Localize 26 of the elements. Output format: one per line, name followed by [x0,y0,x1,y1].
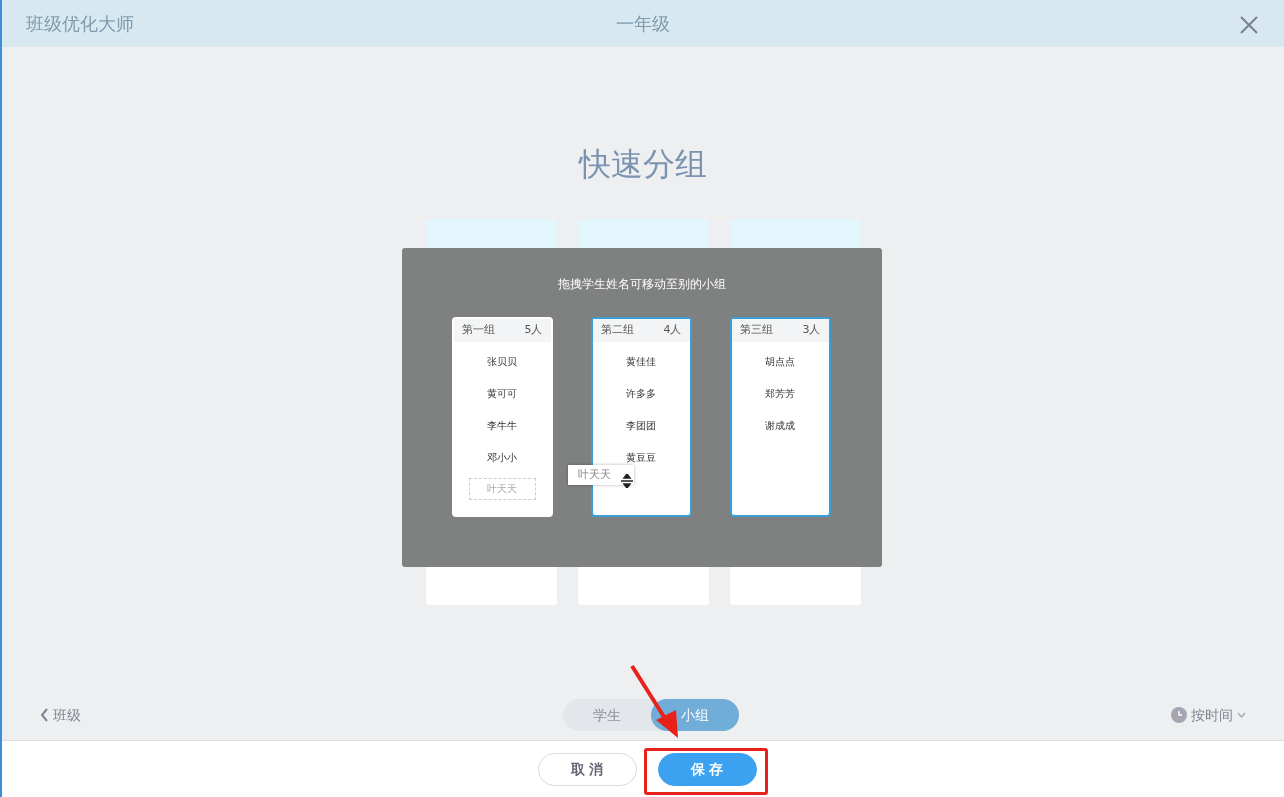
group-name: 第二组 [600,322,634,338]
student-name[interactable]: 邓小小 [453,441,551,474]
student-name[interactable]: 胡点点 [731,345,829,378]
student-name[interactable]: 黄佳佳 [592,345,690,378]
chevron-left-icon [40,708,49,723]
student-name[interactable]: 许多多 [592,377,690,410]
hint-text: 拖拽学生姓名可移动至别的小组 [557,276,727,293]
student-name[interactable]: 李牛牛 [453,409,551,442]
student-name[interactable]: 黄可可 [453,377,551,410]
caret-icon [1237,712,1246,719]
move-cursor-icon [620,474,634,488]
group-name: 第三组 [739,322,773,338]
group-count: 5人 [524,322,543,338]
app-title: 班级优化大师 [26,12,134,36]
student-name[interactable]: 张贝贝 [453,345,551,378]
student-name[interactable]: 谢成成 [731,409,829,442]
window-title: 一年级 [616,13,670,34]
dragged-name[interactable]: 叶天天 [568,465,634,485]
cancel-button[interactable]: 取 消 [537,752,637,786]
group-name: 第一组 [461,322,495,338]
student-name[interactable]: 李团团 [592,409,690,442]
group-count: 3人 [802,322,821,338]
clock-icon [1171,707,1187,724]
student-name[interactable]: 郑芳芳 [731,377,829,410]
page-heading: 快速分组 [577,145,708,184]
group-count: 4人 [663,322,682,338]
